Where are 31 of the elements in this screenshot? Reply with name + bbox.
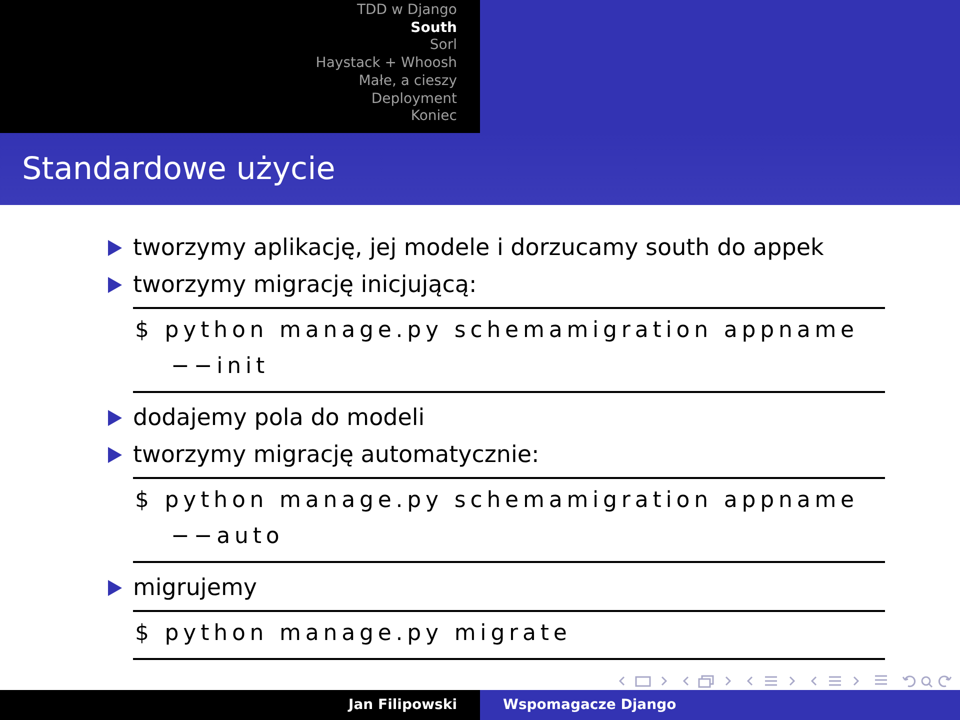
author-name: Jan Filipowski [348, 697, 457, 713]
bullet-text: tworzymy aplikację, jej modele i dorzucamy south do appek [133, 234, 824, 260]
bullet-text: tworzymy migrację automatycznie: [133, 442, 540, 468]
bullet-icon [108, 240, 122, 256]
section-link[interactable]: Haystack + Whoosh [316, 55, 457, 73]
section-nav-icon[interactable] [746, 674, 796, 688]
subsection-nav-icon[interactable] [682, 674, 732, 688]
section-link[interactable]: South [410, 20, 457, 38]
bullet-text: migrujemy [133, 574, 257, 600]
bullet-text: dodajemy pola do modeli [133, 404, 425, 430]
code-line: −−auto [170, 523, 284, 551]
code-line: $ python manage.py schemamigration appname [135, 317, 858, 345]
bullet-icon [108, 580, 122, 596]
section-link[interactable]: Małe, a cieszy [358, 72, 457, 91]
frame-nav-icon[interactable] [618, 674, 668, 688]
list-icon[interactable] [874, 674, 888, 688]
bullet-icon [108, 446, 122, 462]
section-link[interactable]: Sorl [430, 37, 457, 56]
bullet-text: tworzymy migrację inicjującą: [133, 272, 477, 298]
section-link[interactable]: Deployment [371, 90, 457, 108]
code-line: $ python manage.py schemamigration appname [135, 487, 858, 515]
bullet-icon [108, 410, 122, 426]
frame-title: Standardowe użycie [22, 151, 336, 187]
section-link[interactable]: TDD w Django [356, 2, 457, 20]
section-link[interactable]: Koniec [410, 108, 457, 126]
search-icon[interactable] [902, 674, 952, 688]
document-nav-icon[interactable] [810, 674, 860, 688]
code-line: −−init [170, 353, 270, 381]
bullet-icon [108, 276, 122, 292]
presentation-title: Wspomagacze Django [503, 697, 676, 713]
code-line: $ python manage.py migrate [135, 620, 572, 648]
